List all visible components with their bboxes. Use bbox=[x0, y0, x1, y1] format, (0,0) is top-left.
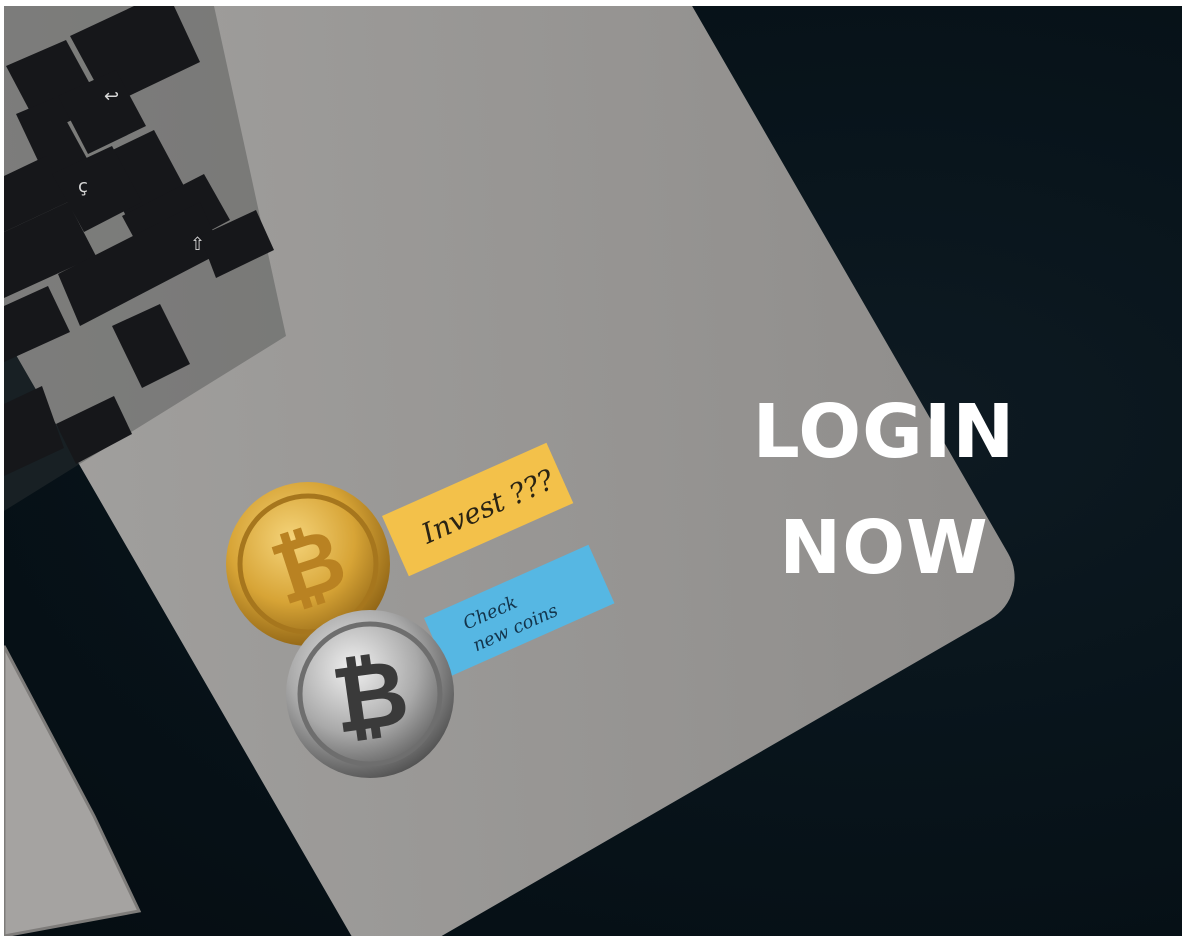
login-now-link[interactable]: LOGIN NOW bbox=[704, 374, 1064, 606]
laptop-trackpad bbox=[4, 645, 142, 936]
hero-banner: ↩ ⇧ ç Invest ??? Check new coins ₿ ₿ LOG… bbox=[4, 6, 1182, 936]
return-key-glyph: ↩ bbox=[104, 86, 119, 107]
shift-key-glyph: ⇧ bbox=[190, 234, 205, 255]
login-now-line1: LOGIN bbox=[752, 389, 1016, 475]
svg-text:₿: ₿ bbox=[326, 638, 415, 754]
c-cedilla-key-glyph: ç bbox=[78, 176, 88, 197]
login-now-line2: NOW bbox=[779, 505, 989, 591]
bitcoin-silver-coin-icon: ₿ bbox=[286, 610, 454, 778]
